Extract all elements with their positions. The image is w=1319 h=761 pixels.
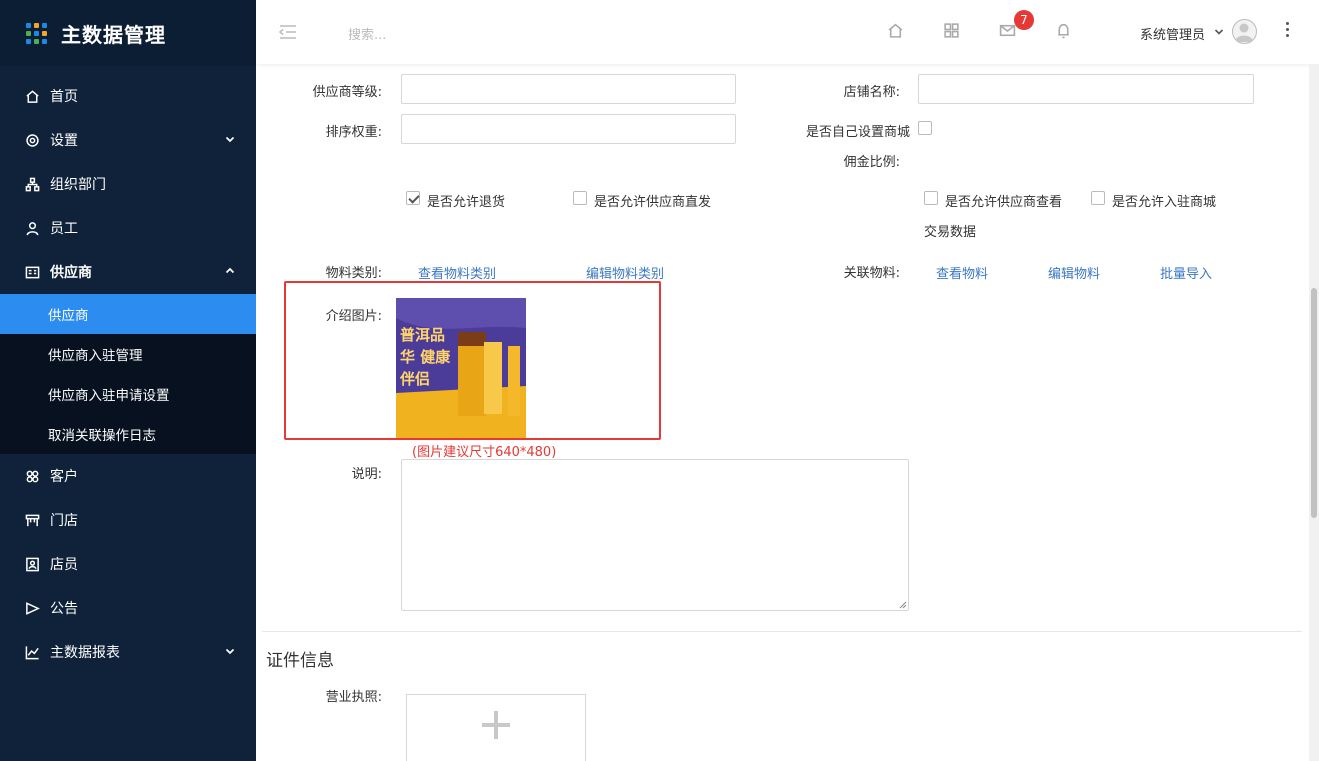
business-license-label: 营业执照: bbox=[325, 690, 382, 705]
sidebar-item-report[interactable]: 主数据报表 bbox=[0, 630, 256, 674]
allow-view-trade-label-line2: 交易数据 bbox=[924, 225, 977, 240]
user-icon bbox=[24, 220, 40, 236]
customer-icon bbox=[24, 468, 40, 484]
allow-mall-entry-checkbox[interactable] bbox=[1091, 191, 1105, 205]
sidebar-item-label: 客户 bbox=[50, 469, 78, 485]
material-category-label: 物料类别: bbox=[325, 266, 382, 281]
app-logo[interactable]: 主数据管理 bbox=[0, 0, 256, 66]
org-icon bbox=[24, 176, 40, 192]
sidebar-item-label: 组织部门 bbox=[50, 177, 106, 193]
sidebar-subitem-supplier[interactable]: 供应商 bbox=[0, 294, 256, 334]
allow-direct-ship-checkbox[interactable] bbox=[573, 191, 587, 205]
supplier-icon bbox=[24, 264, 40, 280]
sidebar-item-org[interactable]: 组织部门 bbox=[0, 162, 256, 206]
supplier-level-label: 供应商等级: bbox=[312, 85, 382, 100]
sidebar-item-label: 门店 bbox=[50, 513, 78, 529]
edit-material-category-link[interactable]: 编辑物料类别 bbox=[586, 263, 664, 282]
allow-view-trade-label: 是否允许供应商查看 bbox=[945, 195, 1063, 210]
chevron-down-icon bbox=[224, 645, 236, 657]
highlight-frame bbox=[284, 281, 661, 440]
home-icon[interactable] bbox=[887, 22, 905, 40]
avatar[interactable] bbox=[1232, 19, 1257, 44]
sidebar-subitem-supplier-entry[interactable]: 供应商入驻管理 bbox=[0, 334, 256, 374]
notice-icon bbox=[24, 600, 40, 616]
sidebar-item-supplier[interactable]: 供应商 bbox=[0, 250, 256, 294]
top-header: 搜索... 7 系统管理员 bbox=[256, 0, 1319, 64]
sidebar-item-label: 店员 bbox=[50, 557, 78, 573]
store-icon bbox=[24, 512, 40, 528]
scrollbar[interactable] bbox=[1309, 64, 1319, 761]
self-mall-checkbox[interactable] bbox=[918, 121, 932, 135]
menu-toggle-icon[interactable] bbox=[278, 22, 298, 42]
sidebar-item-store[interactable]: 门店 bbox=[0, 498, 256, 542]
plus-icon bbox=[482, 711, 510, 739]
view-material-link[interactable]: 查看物料 bbox=[936, 263, 988, 282]
image-size-hint: (图片建议尺寸640*480) bbox=[412, 445, 557, 460]
related-material-label: 关联物料: bbox=[843, 266, 900, 281]
description-textarea[interactable] bbox=[401, 459, 909, 611]
section-divider bbox=[262, 631, 1302, 632]
mail-badge: 7 bbox=[1014, 10, 1034, 30]
sidebar-item-notice[interactable]: 公告 bbox=[0, 586, 256, 630]
allow-direct-ship-label: 是否允许供应商直发 bbox=[594, 195, 712, 210]
sort-weight-input[interactable] bbox=[401, 114, 736, 144]
sidebar-item-label: 首页 bbox=[50, 89, 78, 105]
certificates-section-title: 证件信息 bbox=[266, 651, 334, 671]
commission-label: 佣金比例: bbox=[843, 155, 900, 170]
allow-view-trade-checkbox[interactable] bbox=[924, 191, 938, 205]
scrollbar-thumb[interactable] bbox=[1311, 288, 1317, 518]
supplier-submenu: 供应商 供应商入驻管理 供应商入驻申请设置 取消关联操作日志 bbox=[0, 294, 256, 454]
search-input[interactable]: 搜索... bbox=[348, 24, 386, 43]
chart-icon bbox=[24, 644, 40, 660]
user-name[interactable]: 系统管理员 bbox=[1140, 24, 1205, 43]
sidebar-subitem-unlink-log[interactable]: 取消关联操作日志 bbox=[0, 414, 256, 454]
home-icon bbox=[24, 88, 40, 104]
sidebar-item-label: 员工 bbox=[50, 221, 78, 237]
description-label: 说明: bbox=[351, 467, 382, 482]
more-icon[interactable] bbox=[1286, 22, 1290, 40]
sidebar: 主数据管理 首页 设置 组织部门 员工 供应商 供应商 供应商入驻管理 供应商入… bbox=[0, 0, 256, 761]
allow-return-label: 是否允许退货 bbox=[427, 195, 506, 210]
sort-weight-label: 排序权重: bbox=[325, 125, 382, 140]
supplier-level-input[interactable] bbox=[401, 74, 736, 104]
edit-material-link[interactable]: 编辑物料 bbox=[1048, 263, 1100, 282]
chevron-down-icon[interactable] bbox=[1214, 26, 1224, 36]
view-material-category-link[interactable]: 查看物料类别 bbox=[418, 263, 496, 282]
sidebar-item-settings[interactable]: 设置 bbox=[0, 118, 256, 162]
apps-grid-icon[interactable] bbox=[943, 22, 961, 40]
sidebar-item-label: 主数据报表 bbox=[50, 645, 120, 661]
shop-name-input[interactable] bbox=[918, 74, 1254, 104]
bell-icon[interactable] bbox=[1055, 22, 1073, 40]
allow-mall-entry-label: 是否允许入驻商城 bbox=[1112, 195, 1217, 210]
sidebar-item-customer[interactable]: 客户 bbox=[0, 454, 256, 498]
sidebar-item-label: 供应商 bbox=[50, 265, 92, 281]
self-mall-label: 是否自己设置商城 bbox=[805, 125, 910, 140]
sidebar-item-label: 公告 bbox=[50, 601, 78, 617]
sidebar-item-home[interactable]: 首页 bbox=[0, 74, 256, 118]
chevron-up-icon bbox=[224, 265, 236, 277]
chevron-down-icon bbox=[224, 133, 236, 145]
shop-name-label: 店铺名称: bbox=[843, 85, 900, 100]
app-title: 主数据管理 bbox=[61, 22, 166, 47]
gear-icon bbox=[24, 132, 40, 148]
sidebar-item-clerk[interactable]: 店员 bbox=[0, 542, 256, 586]
sidebar-subitem-entry-settings[interactable]: 供应商入驻申请设置 bbox=[0, 374, 256, 414]
sidebar-item-label: 设置 bbox=[50, 133, 78, 149]
app-grid-icon bbox=[26, 22, 47, 44]
clerk-icon bbox=[24, 556, 40, 572]
batch-import-link[interactable]: 批量导入 bbox=[1160, 263, 1212, 282]
allow-return-checkbox[interactable] bbox=[406, 191, 420, 205]
sidebar-item-staff[interactable]: 员工 bbox=[0, 206, 256, 250]
business-license-upload[interactable] bbox=[406, 694, 586, 761]
